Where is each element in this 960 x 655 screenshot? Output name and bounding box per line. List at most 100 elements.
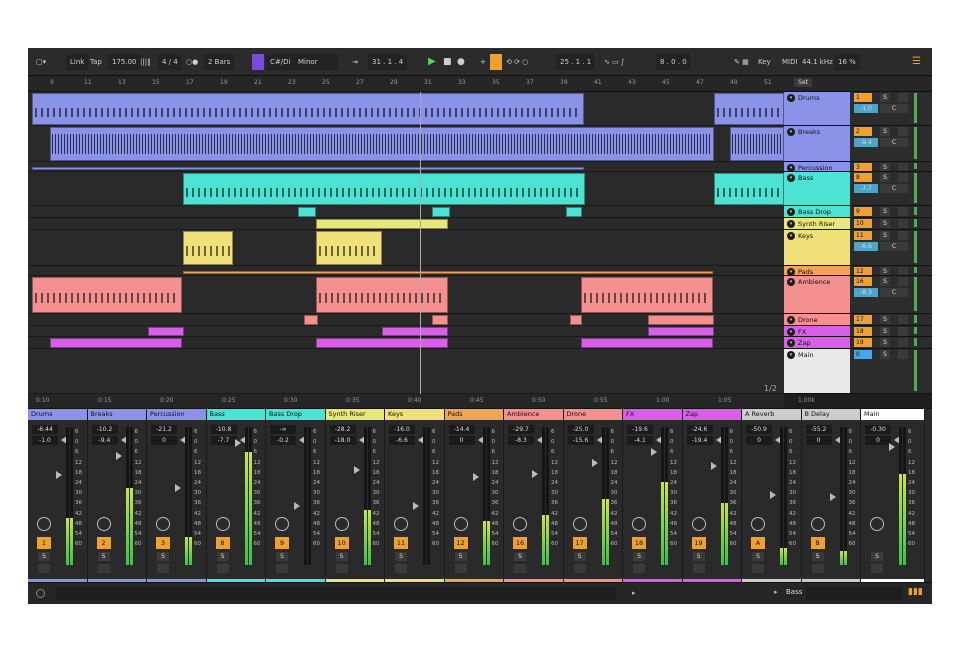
arm-button[interactable] xyxy=(898,219,908,228)
track-pan-field[interactable]: C xyxy=(880,138,908,147)
metronome-icon[interactable]: ○● xyxy=(186,54,198,70)
channel-title[interactable]: Pads xyxy=(444,409,503,420)
track-lane[interactable] xyxy=(28,349,784,394)
arm-button[interactable] xyxy=(898,231,908,240)
key-select[interactable]: C#/Di xyxy=(266,54,295,70)
track-pan-field[interactable]: C xyxy=(880,288,908,297)
fold-icon[interactable]: ▾ xyxy=(787,220,795,228)
arm-button[interactable] xyxy=(97,564,110,573)
solo-button[interactable]: S xyxy=(38,552,50,561)
channel-volume-field[interactable]: -16.0 xyxy=(389,425,415,434)
fold-icon[interactable]: ▾ xyxy=(787,316,795,324)
stopwatch-icon[interactable] xyxy=(215,517,230,531)
loop-start-field[interactable]: 25 . 1 . 1 xyxy=(556,54,596,70)
track-header[interactable]: ▾ Drone 17 S xyxy=(784,314,932,326)
track-activator[interactable]: 1 xyxy=(37,537,51,549)
clip[interactable] xyxy=(316,231,382,265)
song-position-field[interactable]: 31 . 1 . 4 xyxy=(368,54,408,70)
track-header[interactable]: ▾ FX 18 S xyxy=(784,326,932,337)
channel-volume-field[interactable]: -24.6 xyxy=(686,425,713,434)
clip[interactable] xyxy=(730,127,784,161)
track-activator[interactable]: B xyxy=(810,537,825,549)
track-title[interactable]: ▾ Keys xyxy=(784,230,850,265)
fold-icon[interactable]: ▾ xyxy=(787,94,795,102)
fader-handle[interactable] xyxy=(770,491,776,500)
clip[interactable] xyxy=(316,277,448,313)
clip[interactable] xyxy=(581,338,713,348)
clip[interactable] xyxy=(432,207,450,217)
clip[interactable] xyxy=(50,338,182,348)
channel-pan-field[interactable]: -6.6 xyxy=(389,436,415,445)
arm-button[interactable] xyxy=(38,564,50,573)
channel-volume-field[interactable]: -10.2 xyxy=(91,425,118,434)
fader-handle[interactable] xyxy=(413,502,419,510)
solo-button[interactable]: S xyxy=(880,277,890,286)
channel-volume-field[interactable]: -6.44 xyxy=(32,425,58,434)
stopwatch-icon[interactable] xyxy=(751,517,765,531)
channel-pan-field[interactable]: -7.7 xyxy=(210,436,237,445)
stopwatch-icon[interactable] xyxy=(453,517,468,531)
track-volume-field[interactable]: -7.7 xyxy=(854,184,878,193)
fader-handle[interactable] xyxy=(591,458,598,467)
clip[interactable] xyxy=(32,93,584,125)
info-icon[interactable] xyxy=(36,589,45,598)
channel-volume-field[interactable]: -21.2 xyxy=(151,425,177,434)
track-title[interactable]: ▾ Drums xyxy=(784,92,850,125)
track-activator[interactable]: 11 xyxy=(854,231,872,240)
track-activator[interactable]: 12 xyxy=(453,537,468,549)
track-activator[interactable]: 12 xyxy=(854,267,872,275)
track-header[interactable]: ▾ Pads 12 S xyxy=(784,266,932,276)
arm-button[interactable] xyxy=(898,327,908,336)
overview-strip[interactable] xyxy=(806,587,902,600)
arm-button[interactable] xyxy=(811,564,824,573)
fold-icon[interactable]: ▾ xyxy=(787,174,795,182)
solo-button[interactable]: S xyxy=(880,127,890,136)
stopwatch-icon[interactable] xyxy=(870,517,884,531)
channel-pan-field[interactable]: 0 xyxy=(746,436,772,445)
track-header[interactable]: ▾ Zap 19 S xyxy=(784,337,932,349)
stopwatch-icon[interactable] xyxy=(394,517,408,531)
channel-pan-field[interactable]: 0 xyxy=(805,436,832,445)
arm-button[interactable] xyxy=(157,564,169,573)
channel-title[interactable]: Drums xyxy=(28,409,87,420)
solo-button[interactable]: S xyxy=(880,163,890,171)
fold-icon[interactable]: ▾ xyxy=(787,268,795,275)
fader-handle[interactable] xyxy=(532,469,538,478)
scale-select[interactable]: Minor xyxy=(294,54,338,70)
solo-button[interactable]: S xyxy=(335,552,348,561)
solo-button[interactable]: S xyxy=(692,552,705,561)
track-activator[interactable]: 17 xyxy=(572,537,587,549)
channel-title[interactable]: FX xyxy=(623,409,682,420)
clip[interactable] xyxy=(183,173,585,205)
clip[interactable] xyxy=(148,327,184,336)
track-title[interactable]: ▾ Pads xyxy=(784,266,850,275)
fold-icon[interactable]: ▾ xyxy=(787,128,795,136)
fader-handle[interactable] xyxy=(710,461,717,470)
track-header[interactable]: ▾ Keys 11 S -6.6 C xyxy=(784,230,932,266)
arm-button[interactable] xyxy=(898,277,908,286)
channel-volume-field[interactable]: -10.8 xyxy=(210,425,237,434)
record-icon[interactable]: ● xyxy=(457,54,465,70)
channel-volume-field[interactable]: -14.4 xyxy=(448,425,475,434)
track-title[interactable]: ▾ Bass xyxy=(784,172,850,205)
track-title[interactable]: ▾ Ambience xyxy=(784,276,850,313)
fader-handle[interactable] xyxy=(115,451,122,460)
follow-icon[interactable]: ⇥ xyxy=(352,54,358,70)
arm-button[interactable] xyxy=(898,173,908,182)
track-activator[interactable]: 9 xyxy=(275,537,289,549)
track-activator[interactable]: 11 xyxy=(394,537,408,549)
clip[interactable] xyxy=(32,167,584,170)
channel-pan-field[interactable]: 0 xyxy=(865,436,891,445)
track-header[interactable]: ▾ Drums 1 S -1.0 C xyxy=(784,92,932,126)
fold-icon[interactable]: ▾ xyxy=(787,351,795,359)
channel-pan-field[interactable]: -4.1 xyxy=(627,436,653,445)
solo-button[interactable]: S xyxy=(880,231,890,240)
track-title[interactable]: ▾ Breaks xyxy=(784,126,850,161)
solo-button[interactable]: S xyxy=(216,552,229,561)
arrangement-view[interactable] xyxy=(28,92,784,394)
clip[interactable] xyxy=(298,207,316,217)
solo-button[interactable]: S xyxy=(276,552,288,561)
arm-button[interactable] xyxy=(692,564,705,573)
track-activator[interactable]: 19 xyxy=(854,338,872,347)
channel-title[interactable]: Breaks xyxy=(87,409,146,420)
